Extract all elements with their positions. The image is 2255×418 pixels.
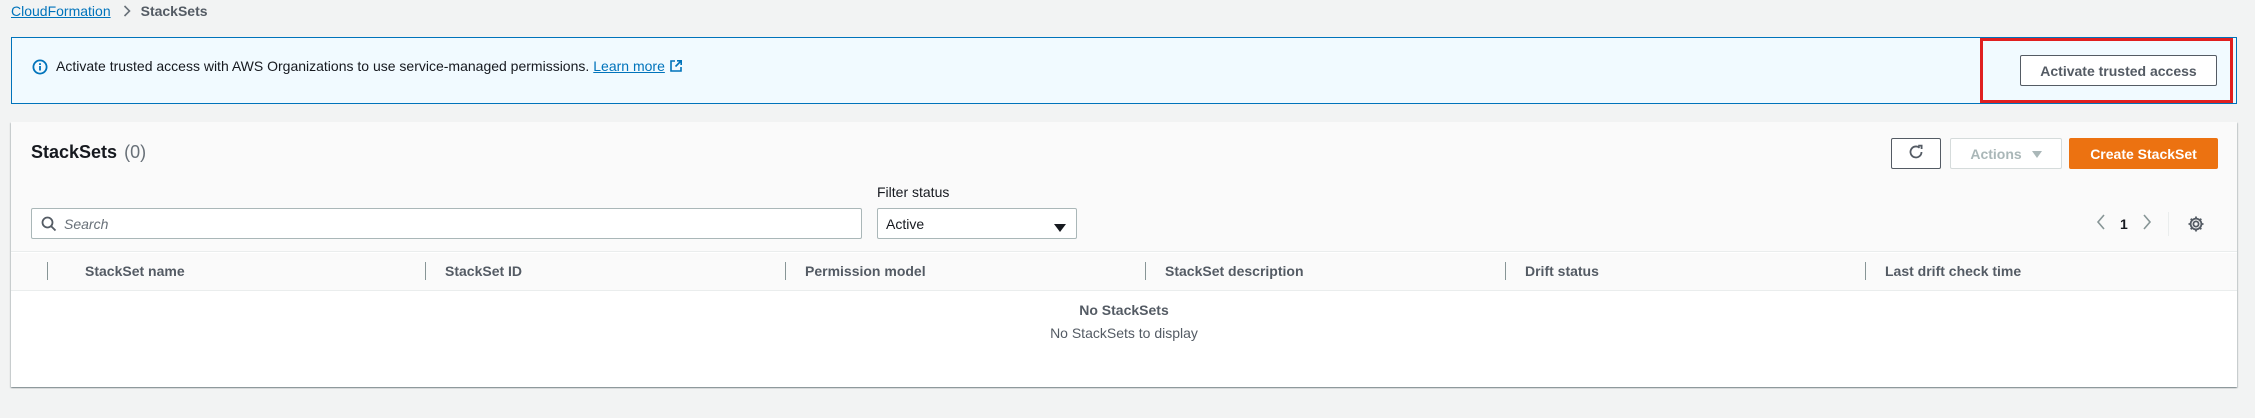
info-icon bbox=[32, 59, 48, 75]
next-page-icon[interactable] bbox=[2142, 214, 2152, 233]
empty-state-title: No StackSets bbox=[1079, 302, 1169, 318]
filter-status-label: Filter status bbox=[877, 184, 950, 200]
empty-state: No StackSets No StackSets to display bbox=[11, 302, 2237, 341]
learn-more-link[interactable]: Learn more bbox=[593, 58, 665, 74]
column-header-last-drift-check-time[interactable]: Last drift check time bbox=[1885, 263, 2021, 279]
empty-state-message: No StackSets to display bbox=[1050, 325, 1198, 341]
breadcrumb-cloudformation-link[interactable]: CloudFormation bbox=[11, 3, 111, 19]
column-separator[interactable] bbox=[425, 262, 426, 280]
refresh-icon bbox=[1908, 144, 1924, 163]
external-link-icon[interactable] bbox=[669, 59, 683, 73]
column-separator bbox=[47, 262, 48, 280]
filter-status-select[interactable]: Active bbox=[877, 208, 1077, 239]
column-separator[interactable] bbox=[1505, 262, 1506, 280]
table-header: StackSet name StackSet ID Permission mod… bbox=[11, 253, 2237, 291]
actions-dropdown-button[interactable]: Actions bbox=[1950, 138, 2062, 169]
filter-status-value: Active bbox=[886, 215, 925, 232]
chevron-right-icon bbox=[123, 5, 131, 17]
column-separator[interactable] bbox=[785, 262, 786, 280]
current-page-number[interactable]: 1 bbox=[2120, 216, 2128, 232]
panel-title: StackSets (0) bbox=[31, 142, 146, 163]
activate-trusted-access-button[interactable]: Activate trusted access bbox=[2020, 55, 2217, 86]
create-stackset-button[interactable]: Create StackSet bbox=[2069, 138, 2218, 169]
panel-header: StackSets (0) Actions Create StackSet Se… bbox=[11, 122, 2237, 252]
search-field[interactable] bbox=[31, 208, 862, 239]
caret-down-icon bbox=[1054, 220, 1066, 236]
banner-message: Activate trusted access with AWS Organiz… bbox=[56, 58, 683, 74]
panel-title-count: (0) bbox=[124, 142, 147, 162]
column-header-permission-model[interactable]: Permission model bbox=[805, 263, 926, 279]
column-header-drift-status[interactable]: Drift status bbox=[1525, 263, 1599, 279]
actions-label: Actions bbox=[1970, 145, 2022, 162]
pager-divider bbox=[2167, 211, 2169, 236]
column-header-stackset-description[interactable]: StackSet description bbox=[1165, 263, 1304, 279]
banner-text: Activate trusted access with AWS Organiz… bbox=[56, 58, 590, 74]
stacksets-table-panel: StackSets (0) Actions Create StackSet Se… bbox=[11, 122, 2237, 387]
column-separator[interactable] bbox=[1865, 262, 1866, 280]
trusted-access-banner: Activate trusted access with AWS Organiz… bbox=[11, 37, 2237, 104]
previous-page-icon[interactable] bbox=[2096, 214, 2106, 233]
gear-icon[interactable] bbox=[2187, 215, 2205, 233]
breadcrumb: CloudFormation StackSets bbox=[11, 2, 208, 20]
search-input[interactable] bbox=[64, 209, 854, 238]
refresh-button[interactable] bbox=[1891, 138, 1941, 169]
panel-title-text: StackSets bbox=[31, 142, 118, 162]
breadcrumb-current: StackSets bbox=[140, 3, 208, 19]
column-header-stackset-id[interactable]: StackSet ID bbox=[445, 263, 522, 279]
column-separator[interactable] bbox=[1145, 262, 1146, 280]
caret-down-icon bbox=[2031, 146, 2042, 162]
column-header-stackset-name[interactable]: StackSet name bbox=[85, 263, 185, 279]
pagination: 1 bbox=[2096, 208, 2205, 239]
search-icon bbox=[41, 216, 57, 237]
